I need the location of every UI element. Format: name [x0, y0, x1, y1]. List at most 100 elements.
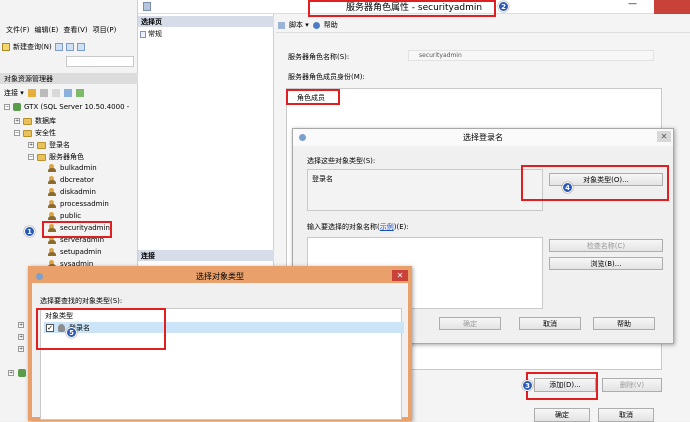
toolbar-icon[interactable] [76, 42, 85, 51]
tree-security[interactable]: − 安全性 [14, 128, 56, 138]
role-label: bulkadmin [60, 164, 97, 172]
role-icon [48, 200, 57, 208]
select-login-close-button[interactable]: ✕ [657, 131, 671, 142]
select-login-cancel-button[interactable]: 取消 [519, 317, 581, 330]
tree-server-label: GTX (SQL Server 10.50.4000 - [24, 103, 130, 111]
help-button[interactable]: 帮助 [324, 20, 338, 30]
tree-role-item[interactable]: processadmin [48, 200, 109, 208]
page-general-label: 常规 [148, 30, 162, 38]
object-explorer-toolbar: 连接 ▾ [4, 88, 84, 98]
step-marker-5: 5 [66, 327, 77, 338]
object-names-label-end: )(E): [393, 223, 409, 231]
script-icon[interactable] [278, 21, 285, 29]
highlight-box-3 [526, 372, 598, 400]
step-marker-4: 4 [562, 182, 573, 193]
object-types-label: 选择这些对象类型(S): [307, 157, 376, 165]
role-cancel-button[interactable]: 取消 [598, 408, 654, 422]
object-explorer-header: 对象资源管理器 [0, 73, 138, 84]
select-login-title-bar: 选择登录名 [293, 129, 673, 146]
menu-bar: 文件(F) 编辑(E) 查看(V) 项目(P) [0, 24, 138, 36]
menu-edit[interactable]: 编辑(E) [35, 25, 59, 35]
filter-icon[interactable] [63, 89, 72, 97]
object-explorer-title: 对象资源管理器 [4, 74, 53, 83]
folder-icon [23, 129, 32, 137]
highlight-box-4 [521, 165, 669, 201]
stop-icon[interactable] [51, 89, 60, 97]
select-login-ok-button[interactable]: 确定 [439, 317, 501, 330]
step-marker-3: 3 [522, 380, 533, 391]
folder-icon [23, 117, 32, 125]
tree-role-item[interactable]: setupadmin [48, 248, 102, 256]
connection-title: 连接 [141, 251, 155, 260]
role-label: dbcreator [60, 176, 94, 184]
role-ok-button[interactable]: 确定 [534, 408, 590, 422]
role-label: processadmin [60, 200, 109, 208]
tree-role-item[interactable]: diskadmin [48, 188, 96, 196]
role-icon [48, 248, 57, 256]
tree-role-item[interactable]: bulkadmin [48, 164, 97, 172]
tree-server[interactable]: − GTX (SQL Server 10.50.4000 - [4, 103, 129, 111]
role-label: public [60, 212, 82, 220]
refresh-icon[interactable] [75, 89, 84, 97]
tree-security-label: 安全性 [35, 129, 56, 137]
expand-icon[interactable]: + [18, 334, 24, 340]
help-icon[interactable] [312, 21, 320, 29]
object-types-close-button[interactable]: ✕ [392, 270, 408, 281]
connect-icon[interactable] [27, 89, 36, 97]
role-icon [48, 176, 57, 184]
role-name-field: securityadmin [408, 50, 654, 61]
connect-button[interactable]: 连接 ▾ [4, 88, 24, 98]
object-types-find-label: 选择要查找的对象类型(S): [40, 297, 123, 305]
tree-server-roles-label: 服务器角色 [49, 153, 84, 161]
toolbar-separator [276, 32, 690, 33]
menu-view[interactable]: 查看(V) [63, 25, 87, 35]
tree-role-item[interactable]: dbcreator [48, 176, 94, 184]
collapse-icon[interactable]: − [28, 154, 34, 160]
object-types-title: 选择对象类型 [196, 272, 244, 281]
page-general-item[interactable]: 常规 [140, 29, 162, 39]
select-page-header: 选择页 [138, 16, 274, 27]
remove-member-button[interactable]: 删除(V) [602, 378, 662, 392]
toolbar-icon[interactable] [65, 42, 74, 51]
toolbar-icon[interactable] [54, 42, 63, 51]
expand-icon[interactable]: + [28, 142, 34, 148]
folder-icon [37, 141, 46, 149]
disconnect-icon[interactable] [39, 89, 48, 97]
select-login-help-button[interactable]: 帮助 [593, 317, 655, 330]
new-query-icon [2, 42, 10, 51]
example-link[interactable]: 示例 [380, 223, 394, 231]
expand-icon[interactable]: + [14, 118, 20, 124]
dialog-icon [36, 273, 43, 280]
highlight-box-1 [42, 221, 112, 238]
toolbar-combo[interactable] [66, 56, 134, 67]
tree-databases[interactable]: + 数据库 [14, 116, 56, 126]
object-types-field: 登录名 [307, 169, 543, 211]
menu-file[interactable]: 文件(F) [6, 25, 30, 35]
step-marker-2: 2 [498, 1, 509, 12]
expand-icon[interactable]: + [18, 346, 24, 352]
dialog-app-icon [143, 2, 151, 11]
expand-icon[interactable]: + [18, 322, 24, 328]
expand-icon[interactable]: + [8, 370, 14, 376]
tree-server-roles[interactable]: − 服务器角色 [28, 152, 84, 162]
object-names-label: 输入要选择的对象名称(示例)(E): [307, 222, 409, 232]
tree-logins[interactable]: + 登录名 [28, 140, 70, 150]
new-query-button[interactable]: 新建查询(N) [13, 42, 52, 52]
menu-project[interactable]: 项目(P) [93, 25, 117, 35]
highlight-box-2 [308, 0, 496, 17]
select-login-title: 选择登录名 [463, 133, 503, 142]
main-toolbar: 新建查询(N) [2, 40, 136, 53]
browse-button[interactable]: 浏览(B)... [549, 257, 663, 270]
tree-role-item[interactable]: public [48, 212, 81, 220]
dialog-close-button[interactable] [654, 0, 690, 14]
role-icon [48, 164, 57, 172]
script-button[interactable]: 脚本 ▾ [289, 20, 309, 30]
select-page-title: 选择页 [141, 17, 162, 26]
role-label: diskadmin [60, 188, 96, 196]
collapse-icon[interactable]: − [14, 130, 20, 136]
minimize-icon[interactable]: — [628, 0, 637, 9]
check-names-button[interactable]: 检查名称(C) [549, 239, 663, 252]
collapse-icon[interactable]: − [4, 104, 10, 110]
tree-logins-label: 登录名 [49, 141, 70, 149]
object-types-title-bar: 选择对象类型 [32, 270, 408, 283]
